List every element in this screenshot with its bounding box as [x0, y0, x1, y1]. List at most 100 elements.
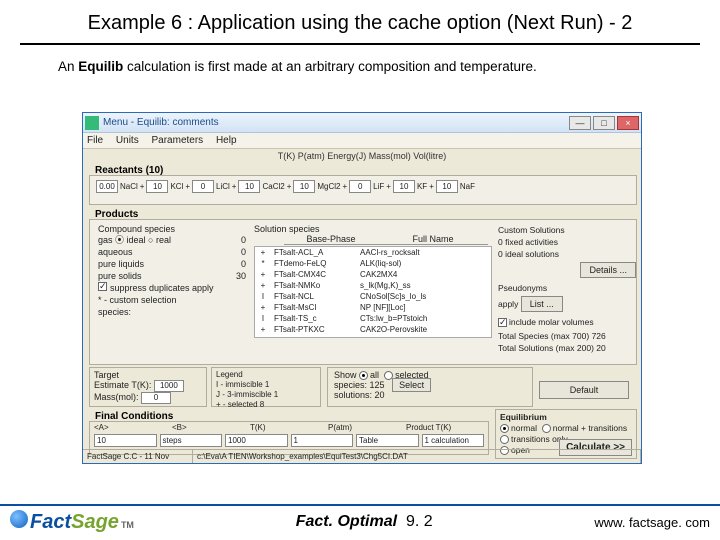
slide-footer: FactSageTM Fact. Optimal 9. 2 www. facts…	[0, 504, 720, 534]
amt-7[interactable]: 10	[436, 180, 458, 193]
show-species-n: 125	[370, 380, 385, 390]
chk-suppress[interactable]	[98, 282, 107, 291]
menu-help[interactable]: Help	[216, 135, 237, 146]
plus-1: +	[185, 182, 190, 191]
sr5f: NP [NF][Loc]	[357, 302, 491, 313]
sr7m[interactable]: +	[255, 324, 271, 335]
legend-group: Legend I - immiscible 1 J - 3-immiscible…	[211, 367, 321, 407]
status-bar: FactSage C.C - 11 Nov c:\Eva\A TIEN\Work…	[83, 449, 641, 463]
maximize-button[interactable]: □	[593, 116, 615, 130]
solution-list[interactable]: +FTsalt-ACL_AAACl-rs_rocksalt *FTdemo-Fe…	[254, 246, 492, 338]
plus-0: +	[140, 182, 145, 191]
sp-0: NaCl	[120, 182, 138, 191]
legend-l1: I - immiscible 1	[216, 380, 316, 390]
sr4b: FTsalt-NCL	[271, 291, 357, 302]
fc-t-val[interactable]: 1000	[225, 434, 288, 447]
tdp-label: Total Solutions (max 200)	[498, 343, 594, 353]
chk-molar[interactable]	[498, 318, 507, 327]
fc-prod: Product T(K)	[406, 423, 484, 432]
amt-6[interactable]: 10	[393, 180, 415, 193]
est-t-field[interactable]: 1000	[154, 380, 184, 392]
sp-1: KCl	[170, 182, 183, 191]
mass-field[interactable]: 0	[141, 392, 171, 404]
legend-l2: J - 3-immiscible 1	[216, 390, 316, 400]
comp-aq[interactable]: aqueous	[98, 246, 133, 258]
sr6m[interactable]: I	[255, 313, 271, 324]
amt-5[interactable]: 0	[349, 180, 371, 193]
menu-file[interactable]: File	[87, 135, 103, 146]
fc-b-val[interactable]: steps	[160, 434, 223, 447]
menu-units[interactable]: Units	[116, 135, 139, 146]
est-t-label: Estimate T(K):	[94, 380, 151, 390]
suppress-label: suppress duplicates apply	[110, 283, 214, 293]
sr1m[interactable]: *	[255, 258, 271, 269]
intro-bold: Equilib	[78, 59, 123, 74]
close-button[interactable]: ×	[617, 116, 639, 130]
sr4m[interactable]: I	[255, 291, 271, 302]
list-button[interactable]: List ...	[521, 296, 563, 312]
radio-all[interactable]	[359, 371, 368, 380]
default-button[interactable]: Default	[539, 381, 629, 399]
sr5b: FTsalt-MsCl	[271, 302, 357, 313]
sp-3: CaCl2	[262, 182, 284, 191]
sr3b: FTsalt-NMKo	[271, 280, 357, 291]
details-button[interactable]: Details ...	[580, 262, 636, 278]
tds-n: 726	[592, 331, 606, 341]
show-species-label: species:	[334, 380, 367, 390]
amt-3[interactable]: 10	[238, 180, 260, 193]
sr2m[interactable]: +	[255, 269, 271, 280]
species-label: species:	[98, 306, 131, 318]
comp-aq-n: 0	[241, 246, 246, 258]
comp-gas[interactable]: gas ⦿ ideal ○ real	[98, 234, 171, 246]
fc-table[interactable]: Table	[356, 434, 419, 447]
fc-a-val[interactable]: 10	[94, 434, 157, 447]
compound-title: Compound species	[94, 224, 250, 234]
minimize-button[interactable]: —	[569, 116, 591, 130]
sr3m[interactable]: +	[255, 280, 271, 291]
cust-title: Custom Solutions	[498, 224, 636, 236]
radio-trans[interactable]	[500, 435, 509, 444]
mass-label: Mass(mol):	[94, 392, 139, 402]
sr1b: FTdemo-FeLQ	[271, 258, 357, 269]
radio-normal[interactable]	[500, 424, 509, 433]
products-group: Compound species gas ⦿ ideal ○ real 0 aqu…	[89, 219, 637, 365]
eq-norma: normal + transitions	[553, 423, 627, 433]
select-button[interactable]: Select	[392, 378, 431, 392]
amt-0[interactable]: 0.00	[96, 180, 118, 193]
eq-title: Equilibrium	[500, 412, 632, 423]
comp-liq-n: 0	[241, 258, 246, 270]
amt-2[interactable]: 0	[192, 180, 214, 193]
menubar: File Units Parameters Help	[83, 133, 641, 149]
reactants-row: 0.00NaCl + 10KCl + 0LiCl + 10CaCl2 + 10M…	[90, 176, 636, 197]
amt-4[interactable]: 10	[293, 180, 315, 193]
apply-label: apply	[498, 299, 518, 309]
amt-1[interactable]: 10	[146, 180, 168, 193]
legend-l3: + - selected 8	[216, 400, 316, 410]
sr1f: ALK(liq-sol)	[357, 258, 491, 269]
cust-l2: 0 ideal solutions	[498, 248, 636, 260]
sr7f: CAK2O-Perovskite	[357, 324, 491, 335]
comp-liq[interactable]: pure liquids	[98, 258, 144, 270]
menu-parameters[interactable]: Parameters	[151, 135, 203, 146]
sp-5: LiF	[373, 182, 384, 191]
status-left: FactSage C.C - 11 Nov	[83, 450, 193, 463]
radio-norma[interactable]	[542, 424, 551, 433]
sp-7: NaF	[460, 182, 475, 191]
fc-p-val[interactable]: 1	[291, 434, 354, 447]
factsage-logo: FactSageTM	[10, 510, 134, 534]
globe-icon	[10, 510, 28, 528]
footer-center: Fact. Optimal 9. 2	[134, 513, 594, 531]
plus-4: +	[343, 182, 348, 191]
custom-sel: * - custom selection	[98, 294, 177, 306]
sp-4: MgCl2	[317, 182, 340, 191]
sr5m[interactable]: +	[255, 302, 271, 313]
target-group: Target Estimate T(K): 1000 Mass(mol): 0	[89, 367, 207, 407]
solution-species: Solution species Base-Phase Full Name +F…	[254, 224, 492, 338]
module-ver: 9. 2	[406, 513, 433, 530]
sp-2: LiCl	[216, 182, 230, 191]
logo-tm: TM	[119, 520, 134, 530]
fc-t: T(K)	[250, 423, 328, 432]
sr7b: FTsalt-PTKXC	[271, 324, 357, 335]
sr0b: FTsalt-ACL_A	[271, 247, 357, 258]
sr0m[interactable]: +	[255, 247, 271, 258]
